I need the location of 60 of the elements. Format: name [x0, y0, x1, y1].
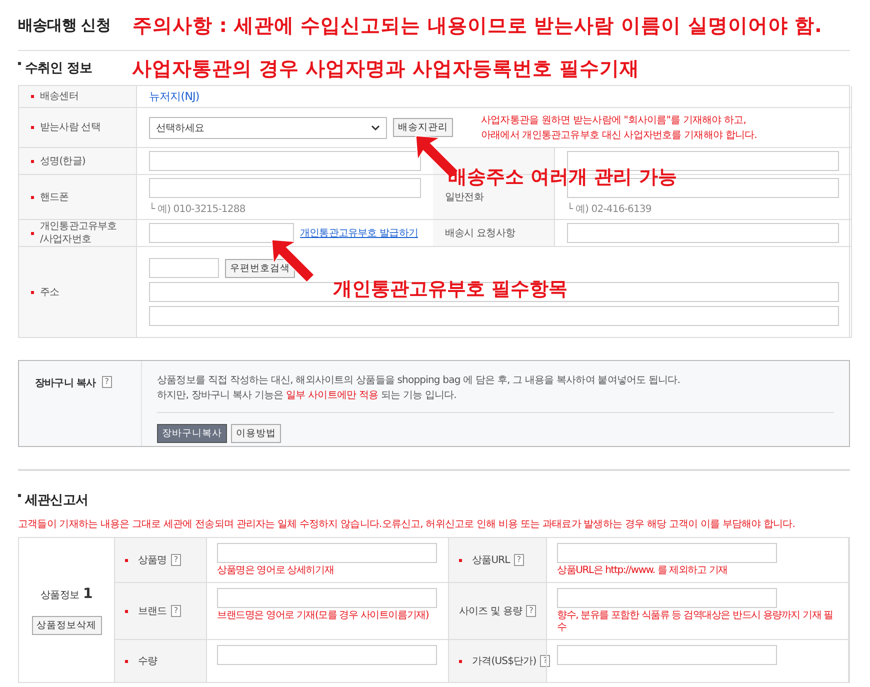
page-title: 배송대행 신청 [18, 16, 110, 34]
field-label: 브랜드 [138, 605, 167, 618]
zip-field[interactable] [149, 258, 219, 278]
hint-text: 향수, 분유를 포함한 식품류 등 검역대상은 반드시 용량까지 기재 필수 [557, 610, 834, 634]
example-text: └ 예) 010-3215-1288 [149, 202, 246, 216]
input-field[interactable] [557, 588, 777, 608]
field-label: 핸드폰 [40, 190, 69, 204]
input-field[interactable] [557, 645, 777, 665]
address-manage-button[interactable]: 배송지관리 [393, 118, 453, 137]
chevron-icon [371, 124, 380, 130]
help-icon[interactable]: ? [102, 376, 112, 388]
hint-text: 사업자통관을 원하면 받는사람에 "회사이름"를 기재해야 하고, 아래에서 개인통관고유부호 대신 사업자번호를 기재해야 합니다. [481, 114, 757, 142]
cart-label: 장바구니 복사 [35, 377, 96, 390]
cart-button[interactable]: 장바구니복사 [157, 424, 227, 443]
input-field[interactable] [217, 588, 437, 608]
input-field[interactable] [217, 543, 437, 563]
input-field[interactable] [149, 178, 421, 198]
field-label: 상품명 [138, 554, 167, 567]
field-label: 사이즈 및 용량 [459, 605, 522, 618]
cart-description: 상품정보를 직접 작성하는 대신, 해외사이트의 상품들을 shopping bag 에 담은 후, 그 내용을 복사하여 붙여넣어도 됩니다. [157, 374, 682, 388]
help-icon[interactable]: ? [170, 554, 181, 566]
zip-search-button[interactable]: 우편번호검색 [225, 258, 295, 278]
help-icon[interactable]: ? [514, 554, 524, 566]
recipient-select[interactable]: 선택하세요 [149, 116, 387, 138]
help-icon[interactable]: ? [170, 605, 181, 617]
field-label: 일반전화 [445, 190, 484, 204]
notice-annotation: 사업자통관의 경우 사업자명과 사업자등록번호 필수기재 [132, 56, 640, 82]
issue-link[interactable]: 개인통관고유부호 발급하기 [300, 226, 418, 240]
cart-button[interactable]: 이용방법 [231, 424, 281, 443]
product-label: 상품정보 1 [40, 586, 92, 602]
field-label: 주소 [40, 286, 60, 298]
field-label: 가격(US$단가) [472, 655, 536, 668]
cart-description: 하지만, 장바구니 복사 기능은 일부 사이트에만 적용 되는 기능 입니다. [157, 389, 458, 403]
input-field[interactable] [149, 223, 294, 243]
help-icon[interactable]: ? [526, 605, 536, 617]
delete-product-button[interactable]: 상품정보삭제 [32, 616, 102, 634]
section-heading: 세관신고서 [25, 492, 88, 509]
field-label: 배송센터 [40, 90, 78, 103]
customs-notice: 고객들이 기재하는 내용은 그대로 세관에 전송되며 관리자는 일체 수정하지 않습니다.오류신고, 허위신고로 인해 비용 또는 과태료가 발생하는 경우 해당 고객이 이를 부담해야 합니다. [18, 518, 796, 531]
address-detail-field[interactable] [149, 306, 839, 326]
field-label: 상품URL [472, 554, 510, 567]
center-value: 뉴저지(NJ) [149, 89, 200, 104]
field-label: 배송시 요청사항 [445, 226, 515, 240]
input-field[interactable] [149, 151, 421, 171]
field-label: 받는사람 선택 [40, 121, 100, 134]
field-label: 수량 [138, 655, 158, 668]
example-text: └ 예) 02-416-6139 [567, 202, 652, 216]
input-field[interactable] [217, 645, 437, 665]
hint-text: 브랜드명은 영어로 기재(모를 경우 사이트이름기재) [217, 610, 430, 622]
input-field[interactable] [567, 223, 839, 243]
field-label: 개인통관고유부호 /사업자번호 [40, 220, 117, 246]
field-label: 성명(한글) [40, 154, 86, 168]
callout-annotation: 개인통관고유부호 필수항목 [333, 277, 568, 302]
section-heading: 수취인 정보 [25, 60, 92, 77]
callout-annotation: 배송주소 여러개 관리 가능 [448, 165, 677, 190]
address-field[interactable] [149, 282, 839, 302]
hint-text: 상품URL은 http://www. 를 제외하고 기재 [557, 565, 728, 577]
notice-annotation: 주의사항 : 세관에 수입신고되는 내용이므로 받는사람 이름이 실명이어야 함. [132, 12, 822, 38]
hint-text: 상품명은 영어로 상세히기재 [217, 565, 335, 577]
input-field[interactable] [557, 543, 777, 563]
